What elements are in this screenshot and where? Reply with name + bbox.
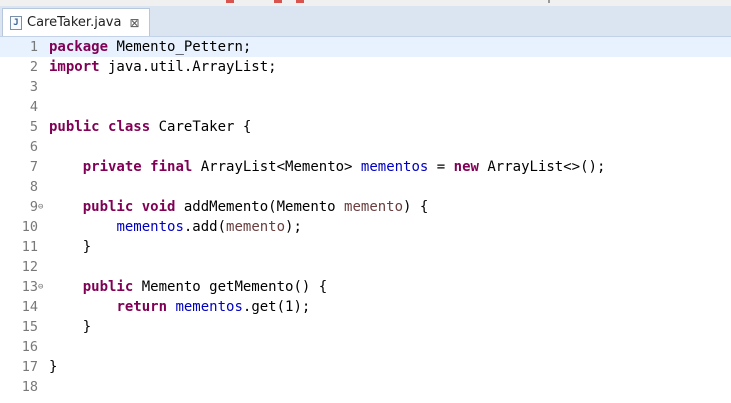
keyword-token: public: [49, 119, 100, 135]
field-token: mementos: [116, 219, 184, 235]
editor-tab-caretaker[interactable]: J CareTaker.java ⊠: [2, 8, 150, 36]
code-line[interactable]: 5 public class CareTaker {: [0, 117, 731, 137]
code-text: public Memento getMemento() {: [49, 277, 327, 297]
code-text: }: [49, 357, 57, 377]
code-token: CareTaker {: [150, 119, 252, 135]
line-number: 18: [21, 379, 38, 395]
code-line[interactable]: 10 mementos.add(memento);: [0, 217, 731, 237]
parameter-token: memento: [226, 219, 286, 235]
code-line[interactable]: 15 }: [0, 317, 731, 337]
line-number: 6: [29, 139, 38, 155]
code-token: java.util.ArrayList;: [99, 59, 277, 75]
line-number: 10: [21, 219, 38, 235]
line-number: 17: [21, 359, 38, 375]
line-number: 13: [21, 279, 38, 295]
code-text: private final ArrayList<Memento> memento…: [49, 157, 606, 177]
code-text: }: [49, 317, 91, 337]
line-number: 3: [29, 79, 38, 95]
code-token: }: [49, 319, 92, 335]
keyword-token: return: [116, 299, 168, 315]
keyword-token: private: [82, 159, 142, 175]
line-number: 1: [29, 39, 38, 55]
keyword-token: public: [82, 279, 134, 295]
code-token: ArrayList<>();: [478, 159, 606, 175]
line-number: 5: [29, 119, 38, 135]
line-number: 16: [21, 339, 38, 355]
code-line[interactable]: 17}: [0, 357, 731, 377]
code-token: ArrayList<Memento>: [192, 159, 361, 175]
code-token: addMemento(Memento: [175, 199, 345, 215]
code-text: return mementos.get(1);: [49, 297, 310, 317]
code-token: }: [49, 239, 92, 255]
code-line[interactable]: 12: [0, 257, 731, 277]
keyword-token: void: [141, 199, 176, 215]
code-line[interactable]: 4: [0, 97, 731, 117]
code-line[interactable]: 18: [0, 377, 731, 397]
code-line[interactable]: 1 package Memento_Pettern;: [0, 37, 731, 57]
line-number: 14: [21, 299, 38, 315]
code-text: public void addMemento(Memento memento) …: [49, 197, 429, 217]
code-line[interactable]: 13 ⊖ public Memento getMemento() {: [0, 277, 731, 297]
fold-collapse-icon[interactable]: ⊖: [38, 202, 43, 212]
code-token: .add(: [183, 219, 227, 235]
code-token: );: [285, 219, 302, 235]
line-number: 7: [29, 159, 38, 175]
line-number: 9: [29, 199, 38, 215]
code-line[interactable]: 8: [0, 177, 731, 197]
line-number: 8: [29, 179, 38, 195]
keyword-token: public: [82, 199, 134, 215]
fold-collapse-icon[interactable]: ⊖: [38, 282, 43, 292]
code-line[interactable]: 6: [0, 137, 731, 157]
field-token: mementos: [360, 159, 429, 175]
code-line[interactable]: 3: [0, 77, 731, 97]
code-line[interactable]: 14 return mementos.get(1);: [0, 297, 731, 317]
code-text: }: [49, 237, 91, 257]
keyword-token: class: [108, 119, 151, 135]
code-token: ) {: [403, 199, 429, 215]
java-file-icon: J: [10, 15, 22, 30]
code-text: mementos.add(memento);: [49, 217, 302, 237]
code-line[interactable]: 7 private final ArrayList<Memento> memen…: [0, 157, 731, 177]
keyword-token: package: [49, 39, 109, 55]
code-token: =: [428, 159, 454, 175]
code-line[interactable]: 16: [0, 337, 731, 357]
parameter-token: memento: [344, 199, 404, 215]
code-text: package Memento_Pettern;: [49, 37, 251, 57]
editor-tab-title: CareTaker.java: [27, 15, 122, 30]
code-text: import java.util.ArrayList;: [49, 57, 277, 77]
line-number: 4: [29, 99, 38, 115]
editor-tab-bar: J CareTaker.java ⊠: [0, 6, 731, 37]
line-number: 2: [29, 59, 38, 75]
code-line[interactable]: 11 }: [0, 237, 731, 257]
field-token: mementos: [175, 299, 243, 315]
line-number: 15: [21, 319, 38, 335]
code-line[interactable]: 2 import java.util.ArrayList;: [0, 57, 731, 77]
code-lines: 1 package Memento_Pettern; 2 import java.ut…: [0, 37, 731, 397]
code-token: .get(1);: [242, 299, 311, 315]
code-token: }: [49, 359, 58, 375]
line-number: 11: [21, 239, 38, 255]
line-number: 12: [21, 259, 38, 275]
close-icon[interactable]: ⊠: [129, 16, 139, 30]
code-token: Memento_Pettern;: [108, 39, 252, 55]
keyword-token: new: [453, 159, 479, 175]
code-token: Memento getMemento() {: [133, 279, 328, 295]
keyword-token: final: [150, 159, 193, 175]
code-line[interactable]: 9 ⊖ public void addMemento(Memento mement…: [0, 197, 731, 217]
keyword-token: import: [49, 59, 100, 75]
code-text: public class CareTaker {: [49, 117, 251, 137]
code-editor[interactable]: 1 package Memento_Pettern; 2 import java.ut…: [0, 37, 731, 403]
